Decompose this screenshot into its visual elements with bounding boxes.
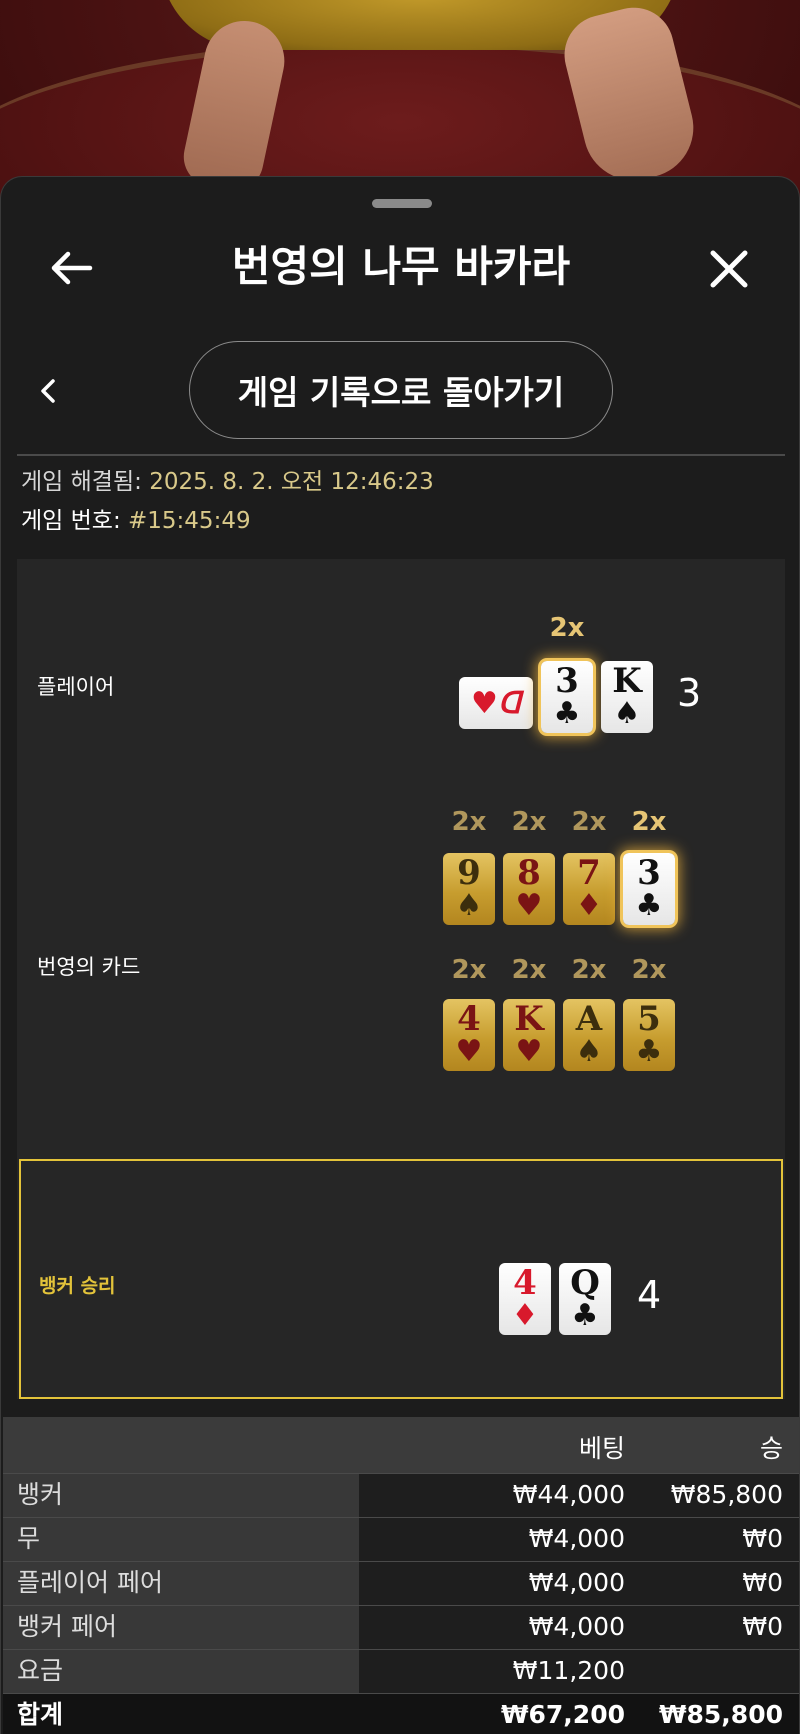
fortune-card: 7 ♦: [563, 853, 615, 925]
banker-winner-highlight: 뱅커 승리 4 ♦ Q ♣ 4: [19, 1159, 783, 1399]
total-row: 합계 ₩67,200 ₩85,800: [3, 1693, 799, 1734]
total-win-amount: ₩85,800: [658, 1700, 783, 1729]
win-column-header: 승: [759, 1434, 783, 1463]
win-amount: ₩0: [742, 1524, 783, 1553]
card-rank: Q: [570, 1263, 600, 1303]
game-detail-sheet: 번영의 나무 바카라 게임 기록으로 돌아가기 게임 해결됨: 2025. 8.…: [0, 176, 800, 1734]
card-rank: 9: [457, 853, 481, 893]
back-to-history-button[interactable]: 게임 기록으로 돌아가기: [189, 341, 613, 439]
fortune-multiplier-active: 2x: [631, 807, 667, 837]
bet-amount: ₩4,000: [528, 1612, 625, 1641]
sheet-header: 번영의 나무 바카라: [1, 217, 799, 317]
heart-icon: ♥: [515, 1034, 543, 1069]
heart-icon: ♥: [455, 1034, 483, 1069]
close-button[interactable]: [701, 243, 757, 295]
card-rank: 7: [577, 853, 601, 893]
bet-name: 플레이어 페어: [3, 1562, 359, 1605]
banker-win-label: 뱅커 승리: [39, 1275, 116, 1297]
card-rank: K: [514, 999, 544, 1039]
table-row: 무 ₩4,000 ₩0: [3, 1517, 799, 1561]
bets-table: 베팅 승 뱅커 ₩44,000 ₩85,800 무 ₩4,000 ₩0 플레이어…: [3, 1417, 799, 1734]
bet-name: 무: [3, 1518, 359, 1561]
fortune-card: 4 ♥: [443, 999, 495, 1071]
player-total: 3: [677, 671, 702, 715]
player-multiplier: 2x: [549, 613, 585, 643]
fortune-multiplier: 2x: [451, 807, 487, 837]
fortune-multiplier: 2x: [571, 955, 607, 985]
divider: [17, 454, 785, 456]
banker-total: 4: [637, 1273, 662, 1317]
fortune-card-matched: 3 ♣: [623, 853, 675, 925]
fortune-multiplier: 2x: [571, 807, 607, 837]
bet-amount: ₩4,000: [528, 1524, 625, 1553]
club-icon: ♣: [571, 1298, 599, 1333]
spade-icon: ♠: [613, 696, 641, 731]
total-label: 합계: [3, 1694, 359, 1734]
spade-icon: ♠: [455, 888, 483, 923]
diamond-icon: ♦: [575, 888, 603, 923]
fortune-card: A ♠: [563, 999, 615, 1071]
win-amount: ₩85,800: [670, 1480, 783, 1509]
fortune-multiplier: 2x: [631, 955, 667, 985]
bets-table-header: 베팅 승: [3, 1417, 799, 1473]
card-rank: 3: [637, 853, 661, 893]
table-row: 플레이어 페어 ₩4,000 ₩0: [3, 1561, 799, 1605]
game-number-label: 게임 번호:: [21, 508, 121, 534]
win-amount: ₩0: [742, 1612, 783, 1641]
heart-icon: ♥: [515, 888, 543, 923]
fortune-multiplier: 2x: [451, 955, 487, 985]
banker-card-2: Q ♣: [559, 1263, 611, 1335]
player-label: 플레이어: [37, 675, 115, 699]
page-title: 번영의 나무 바카라: [231, 242, 571, 291]
drag-handle[interactable]: [372, 199, 432, 208]
diamond-icon: ♦: [511, 1298, 539, 1333]
card-rank: 3: [555, 661, 579, 701]
card-rank: K: [612, 661, 642, 701]
bet-name: 요금: [3, 1650, 359, 1693]
table-row: 뱅커 페어 ₩4,000 ₩0: [3, 1605, 799, 1649]
spade-icon: ♠: [575, 1034, 603, 1069]
fortune-card: K ♥: [503, 999, 555, 1071]
chevron-left-icon: [41, 379, 55, 403]
card-rank: A: [575, 999, 603, 1039]
fortune-cards-label: 번영의 카드: [37, 955, 141, 979]
resolved-label: 게임 해결됨:: [21, 469, 142, 495]
bet-amount: ₩11,200: [512, 1656, 625, 1685]
player-card-1: ♥ ᗡ: [459, 677, 533, 729]
bet-name: 뱅커 페어: [3, 1606, 359, 1649]
heart-icon: ♥: [471, 685, 498, 721]
card-back-logo-icon: ᗡ: [497, 685, 521, 721]
club-icon: ♣: [635, 1034, 663, 1069]
resolved-value: 2025. 8. 2. 오전 12:46:23: [149, 469, 434, 495]
previous-button[interactable]: [31, 367, 65, 415]
table-row: 요금 ₩11,200: [3, 1649, 799, 1693]
player-card-3: K ♠: [601, 661, 653, 733]
fortune-multiplier: 2x: [511, 955, 547, 985]
club-icon: ♣: [635, 888, 663, 923]
fortune-card: 5 ♣: [623, 999, 675, 1071]
bet-name: 뱅커: [3, 1474, 359, 1517]
total-bet-amount: ₩67,200: [500, 1700, 625, 1729]
card-rank: 4: [457, 999, 481, 1039]
player-card-2: 3 ♣: [541, 661, 593, 733]
game-resolved-info: 게임 해결됨: 2025. 8. 2. 오전 12:46:23: [21, 467, 434, 497]
fortune-card: 8 ♥: [503, 853, 555, 925]
fortune-multiplier: 2x: [511, 807, 547, 837]
game-number-value: #15:45:49: [128, 508, 251, 534]
bet-amount: ₩44,000: [512, 1480, 625, 1509]
banker-card-1: 4 ♦: [499, 1263, 551, 1335]
close-icon: [710, 250, 748, 288]
card-rank: 4: [513, 1263, 537, 1303]
club-icon: ♣: [553, 696, 581, 731]
game-number-info: 게임 번호: #15:45:49: [21, 506, 251, 536]
bet-column-header: 베팅: [578, 1434, 625, 1463]
table-row: 뱅커 ₩44,000 ₩85,800: [3, 1473, 799, 1517]
fortune-card: 9 ♠: [443, 853, 495, 925]
card-rank: 8: [517, 853, 541, 893]
card-rank: 5: [637, 999, 661, 1039]
bet-amount: ₩4,000: [528, 1568, 625, 1597]
history-nav: 게임 기록으로 돌아가기: [1, 341, 799, 441]
win-amount: ₩0: [742, 1568, 783, 1597]
